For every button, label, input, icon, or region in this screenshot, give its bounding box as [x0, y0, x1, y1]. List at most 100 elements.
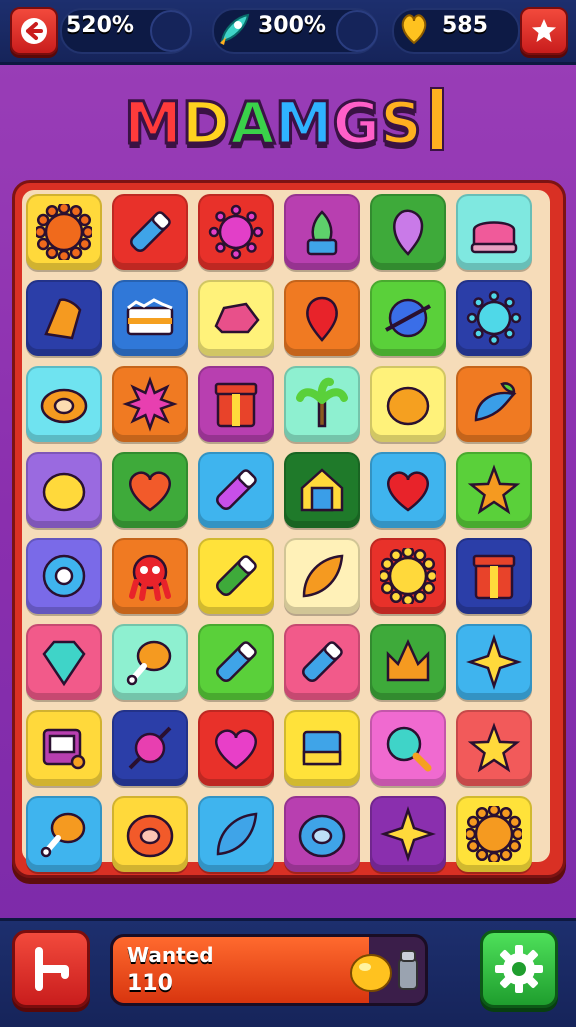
- device-icon: [42, 728, 86, 770]
- title-divider: [429, 87, 444, 151]
- mailbox-icon: [472, 554, 516, 600]
- lemon-icon: [42, 472, 86, 512]
- board-tile[interactable]: [26, 194, 102, 270]
- top-hud: 520% 300% 585: [0, 0, 576, 65]
- title-letter: S: [379, 88, 424, 159]
- spiky-sun-icon: [466, 806, 522, 862]
- game-title: MDAMGSPUZZZA!: [0, 78, 576, 249]
- board-tile[interactable]: [198, 280, 274, 356]
- palm-tree-icon: [296, 377, 348, 428]
- board-tile[interactable]: [284, 366, 360, 442]
- board-tile[interactable]: [284, 280, 360, 356]
- drumstick-icon: [40, 812, 86, 858]
- feather-icon: [302, 554, 344, 598]
- donut-icon: [40, 388, 88, 424]
- sun-gear-icon: [380, 548, 436, 604]
- heart-icon: [215, 729, 257, 770]
- board-tile[interactable]: [198, 796, 274, 872]
- board-tile[interactable]: [284, 796, 360, 872]
- exit-button[interactable]: [12, 930, 90, 1008]
- board-tile[interactable]: [284, 710, 360, 786]
- board-tile[interactable]: [284, 452, 360, 528]
- leaf-swirl-icon: [474, 382, 517, 422]
- board-tile[interactable]: [456, 710, 532, 786]
- board-tile[interactable]: [456, 366, 532, 442]
- board-tile[interactable]: [26, 538, 102, 614]
- virus-icon: [466, 290, 522, 346]
- board-tile[interactable]: [112, 452, 188, 528]
- crayon-icon: [130, 211, 171, 252]
- planet-icon: [385, 298, 431, 338]
- board-tile[interactable]: [456, 538, 532, 614]
- board-tile[interactable]: [26, 710, 102, 786]
- heart-icon: [129, 471, 171, 512]
- board-tile[interactable]: [370, 366, 446, 442]
- board-tile[interactable]: [26, 280, 102, 356]
- heart-drop-icon: [306, 296, 338, 342]
- board-tile[interactable]: [370, 796, 446, 872]
- board-tile[interactable]: [456, 624, 532, 700]
- board-tile[interactable]: [284, 624, 360, 700]
- board-tile[interactable]: [26, 624, 102, 700]
- wanted-count: 110: [127, 971, 173, 996]
- board-tile[interactable]: [370, 624, 446, 700]
- board-tile[interactable]: [198, 194, 274, 270]
- back-button[interactable]: [10, 7, 58, 55]
- board-tile[interactable]: [198, 710, 274, 786]
- board-tile[interactable]: [284, 194, 360, 270]
- cake-icon: [470, 221, 518, 254]
- board-tile[interactable]: [112, 796, 188, 872]
- star-icon: [467, 464, 521, 515]
- rocket-add-slot[interactable]: [336, 10, 378, 52]
- bell-icon: [44, 298, 82, 340]
- board-tile[interactable]: [456, 452, 532, 528]
- pen-icon: [216, 469, 257, 510]
- leaf-icon: [216, 812, 258, 856]
- board-tile[interactable]: [370, 452, 446, 528]
- wanted-progress-bar: Wanted 110: [110, 934, 428, 1006]
- settings-button[interactable]: [480, 930, 558, 1008]
- board-tile[interactable]: [370, 710, 446, 786]
- coins-add-slot[interactable]: [150, 10, 192, 52]
- lifebuoy-icon: [42, 554, 86, 598]
- candy-icon: [128, 726, 172, 770]
- green-tube-icon: [216, 555, 257, 596]
- board-tile[interactable]: [284, 538, 360, 614]
- board-tile[interactable]: [370, 280, 446, 356]
- board-tile[interactable]: [26, 796, 102, 872]
- spiky-sun-icon: [36, 204, 92, 260]
- board-tile[interactable]: [370, 194, 446, 270]
- board-tile[interactable]: [198, 452, 274, 528]
- board-tile[interactable]: [456, 194, 532, 270]
- title-text-left: MDAMGS: [123, 78, 424, 168]
- board-tile[interactable]: [198, 624, 274, 700]
- board-tile[interactable]: [198, 366, 274, 442]
- board-tile[interactable]: [456, 280, 532, 356]
- heart-icon: [387, 471, 429, 512]
- board-tile[interactable]: [26, 452, 102, 528]
- book-icon: [302, 730, 342, 766]
- star-button[interactable]: [520, 7, 568, 55]
- board-tile[interactable]: [112, 538, 188, 614]
- star-burst-icon: [122, 376, 178, 432]
- board-tile[interactable]: [26, 366, 102, 442]
- diamond-icon: [42, 640, 86, 687]
- magnifier-icon: [386, 726, 432, 772]
- board-tile[interactable]: [112, 624, 188, 700]
- board-tile[interactable]: [370, 538, 446, 614]
- title-letter: G: [331, 88, 382, 159]
- cake-slice-icon: [126, 298, 174, 336]
- lemon-target-icon: [350, 954, 392, 992]
- board-tile[interactable]: [112, 366, 188, 442]
- salt-shaker-icon: [398, 950, 418, 990]
- board-tile[interactable]: [198, 538, 274, 614]
- board-tile[interactable]: [456, 796, 532, 872]
- board-tile[interactable]: [112, 710, 188, 786]
- star4-icon: [466, 634, 522, 690]
- star-icon: [467, 722, 521, 773]
- board-tile[interactable]: [112, 280, 188, 356]
- settings-gear-icon: [495, 945, 543, 993]
- board-tile[interactable]: [112, 194, 188, 270]
- wanted-label: Wanted: [127, 943, 214, 967]
- gems-value: 585: [442, 13, 488, 38]
